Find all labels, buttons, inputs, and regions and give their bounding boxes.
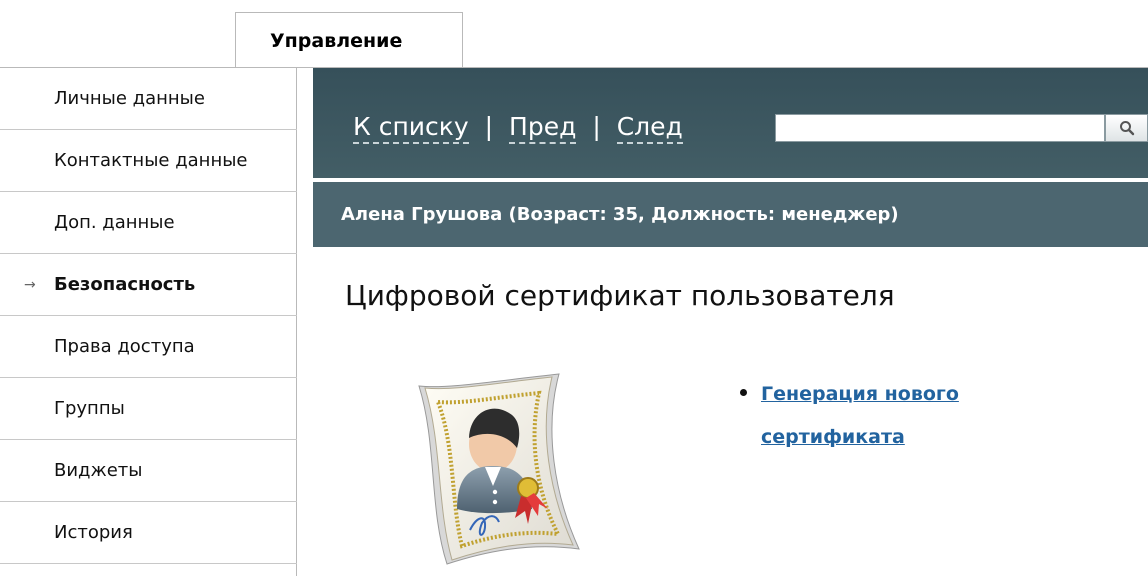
sidebar-item-widgets[interactable]: Виджеты — [0, 440, 297, 502]
list-item: Генерация нового сертификата — [723, 373, 1053, 459]
sidebar-item-personal-data[interactable]: Личные данные — [0, 68, 297, 130]
search-button[interactable] — [1105, 114, 1148, 142]
person-summary-band: Алена Грушова (Возраст: 35, Должность: м… — [313, 182, 1148, 247]
to-list-link[interactable]: К списку — [353, 112, 469, 144]
navigation-links: К списку | Пред | След — [353, 112, 683, 144]
sidebar-item-label: Контактные данные — [54, 150, 248, 171]
sidebar-item-label: Виджеты — [54, 460, 143, 481]
sidebar-item-label: Безопасность — [54, 274, 196, 295]
sidebar-item-label: История — [54, 522, 133, 543]
nav-separator: | — [484, 112, 494, 141]
active-arrow-icon: → — [24, 276, 36, 293]
top-tab-bar: Управление — [0, 0, 1148, 68]
main-content: К списку | Пред | След Алена Грушова (Во… — [313, 68, 1148, 576]
person-summary: Алена Грушова (Возраст: 35, Должность: м… — [341, 204, 899, 225]
sidebar-item-label: Доп. данные — [54, 212, 175, 233]
nav-separator: | — [592, 112, 601, 141]
sidebar-item-additional-data[interactable]: Доп. данные — [0, 192, 297, 254]
sidebar-item-access-rights[interactable]: Права доступа — [0, 316, 297, 378]
tab-management-label: Управление — [270, 29, 403, 52]
sidebar-item-contact-data[interactable]: Контактные данные — [0, 130, 297, 192]
prev-link[interactable]: Пред — [509, 112, 577, 144]
sidebar-item-groups[interactable]: Группы — [0, 378, 297, 440]
tab-management[interactable]: Управление — [235, 12, 463, 68]
certificate-actions-list: Генерация нового сертификата — [723, 373, 1053, 459]
search-input[interactable] — [775, 114, 1105, 142]
certificate-title: Цифровой сертификат пользователя — [345, 279, 895, 312]
search-icon — [1119, 121, 1134, 136]
sidebar-item-history[interactable]: История — [0, 502, 297, 564]
user-certificate-icon — [418, 373, 580, 565]
sidebar-item-label: Группы — [54, 398, 125, 419]
next-link[interactable]: След — [616, 112, 683, 144]
left-sidebar: Личные данные Контактные данные Доп. дан… — [0, 68, 297, 576]
navigation-band: К списку | Пред | След — [313, 68, 1148, 178]
sidebar-item-security[interactable]: → Безопасность — [0, 254, 297, 316]
sidebar-item-label: Личные данные — [54, 88, 205, 109]
generate-certificate-link[interactable]: Генерация нового сертификата — [761, 383, 959, 448]
sidebar-item-label: Права доступа — [54, 336, 195, 357]
